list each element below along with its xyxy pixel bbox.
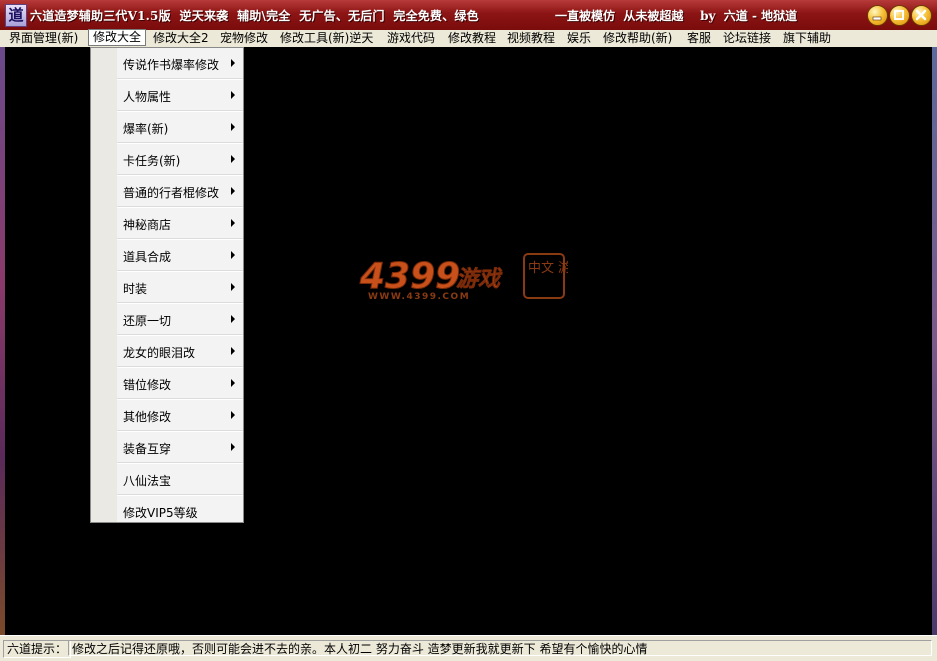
submenu-arrow-icon: [231, 59, 235, 67]
menu-item-label: 道具合成: [123, 250, 172, 264]
submenu-arrow-icon: [231, 251, 235, 259]
menu-item-character-attributes[interactable]: 人物属性: [117, 80, 243, 112]
maximize-icon: [894, 10, 904, 20]
menu-item-misplace-modify[interactable]: 错位修改: [117, 368, 243, 400]
submenu-arrow-icon: [231, 411, 235, 419]
menu-pet-modify[interactable]: 宠物修改: [215, 30, 273, 47]
status-bar: 六道提示： 修改之后记得还原哦，否则可能会进不去的亲。本人初二 努力奋斗 造梦更…: [0, 635, 937, 661]
menu-item-label: 爆率(新): [123, 122, 169, 136]
menu-modify-tools[interactable]: 修改工具(新)逆天: [275, 30, 378, 47]
menu-customer-service[interactable]: 客服: [682, 30, 716, 47]
menu-item-stuck-quest[interactable]: 卡任务(新): [117, 144, 243, 176]
submenu-arrow-icon: [231, 155, 235, 163]
menu-item-other-modify[interactable]: 其他修改: [117, 400, 243, 432]
menu-item-mystery-shop[interactable]: 神秘商店: [117, 208, 243, 240]
close-icon: [915, 9, 927, 21]
window-title-slogan: 一直被模仿 从未被超越 by 六道 - 地狱道: [555, 9, 798, 23]
submenu-arrow-icon: [231, 283, 235, 291]
menu-item-staff-modify[interactable]: 普通的行者棍修改: [117, 176, 243, 208]
submenu-arrow-icon: [231, 219, 235, 227]
submenu-arrow-icon: [231, 347, 235, 355]
menu-item-dragon-tears[interactable]: 龙女的眼泪改: [117, 336, 243, 368]
submenu-arrow-icon: [231, 443, 235, 451]
status-label: 六道提示：: [3, 640, 72, 658]
status-message: 修改之后记得还原哦，否则可能会进不去的亲。本人初二 努力奋斗 造梦更新我就更新下…: [68, 640, 932, 656]
menu-item-item-synthesis[interactable]: 道具合成: [117, 240, 243, 272]
menu-item-label: 装备互穿: [123, 442, 172, 456]
window-title: 六道造梦辅助三代V1.5版 逆天来袭 辅助\完全 无广告、无后门 完全免费、绿色: [30, 9, 479, 23]
submenu-arrow-icon: [231, 379, 235, 387]
menu-bar: 界面管理(新) 修改大全 修改大全2 宠物修改 修改工具(新)逆天 游戏代码 修…: [0, 29, 937, 48]
logo-brand: 4399: [359, 256, 460, 297]
menu-item-drop-rate-new[interactable]: 爆率(新): [117, 112, 243, 144]
app-icon[interactable]: 道: [5, 4, 27, 27]
menu-video-tutorial[interactable]: 视频教程: [502, 30, 560, 47]
menu-sub-tools[interactable]: 旗下辅助: [778, 30, 836, 47]
menu-item-equipment-swap[interactable]: 装备互穿: [117, 432, 243, 464]
menu-item-vip5-level[interactable]: 修改VIP5等级: [117, 496, 243, 527]
menu-item-label: 时装: [123, 282, 148, 296]
menu-modify-all[interactable]: 修改大全: [88, 29, 147, 46]
menu-item-label: 神秘商店: [123, 218, 172, 232]
menu-item-label: 还原一切: [123, 314, 172, 328]
menu-item-restore-all[interactable]: 还原一切: [117, 304, 243, 336]
menu-item-label: 龙女的眼泪改: [123, 346, 196, 360]
menu-item-eight-immortals[interactable]: 八仙法宝: [117, 464, 243, 496]
minimize-icon: [872, 16, 882, 21]
submenu-arrow-icon: [231, 91, 235, 99]
menu-modify-help[interactable]: 修改帮助(新): [598, 30, 677, 47]
submenu-arrow-icon: [231, 187, 235, 195]
title-bar[interactable]: 道 六道造梦辅助三代V1.5版 逆天来袭 辅助\完全 无广告、无后门 完全免费、…: [0, 0, 937, 31]
menu-item-label: 其他修改: [123, 410, 172, 424]
menu-item-label: 卡任务(新): [123, 154, 181, 168]
menu-gutter: [91, 48, 117, 522]
menu-item-label: 普通的行者棍修改: [123, 186, 220, 200]
menu-interface[interactable]: 界面管理(新): [4, 30, 83, 47]
menu-game-code[interactable]: 游戏代码: [382, 30, 440, 47]
menu-item-label: 八仙法宝: [123, 474, 172, 488]
watermark-logo: 4399 游戏 WWW.4399.COM 中文 游戏: [359, 253, 568, 302]
menu-forum-link[interactable]: 论坛链接: [718, 30, 776, 47]
menu-item-label: 人物属性: [123, 90, 172, 104]
logo-brand-cn: 游戏: [456, 267, 503, 292]
menu-entertainment[interactable]: 娱乐: [562, 30, 596, 47]
close-button[interactable]: [911, 5, 932, 26]
minimize-button[interactable]: [867, 5, 888, 26]
maximize-button[interactable]: [889, 5, 910, 26]
submenu-arrow-icon: [231, 315, 235, 323]
menu-item-label: 传说作书爆率修改: [123, 58, 220, 72]
menu-modify-tutorial[interactable]: 修改教程: [443, 30, 501, 47]
modify-all-dropdown: 传说作书爆率修改 人物属性 爆率(新) 卡任务(新) 普通的行者棍修改 神秘商店…: [90, 47, 244, 523]
logo-seal-text: 中文 游戏: [528, 261, 568, 276]
menu-item-label: 修改VIP5等级: [123, 506, 198, 520]
menu-item-fashion[interactable]: 时装: [117, 272, 243, 304]
submenu-arrow-icon: [231, 123, 235, 131]
logo-url: WWW.4399.COM: [368, 292, 470, 302]
menu-modify-all-2[interactable]: 修改大全2: [148, 30, 214, 47]
menu-item-label: 错位修改: [123, 378, 172, 392]
window-frame-right: [932, 47, 937, 635]
menu-item-legend-drop-rate[interactable]: 传说作书爆率修改: [117, 48, 243, 80]
